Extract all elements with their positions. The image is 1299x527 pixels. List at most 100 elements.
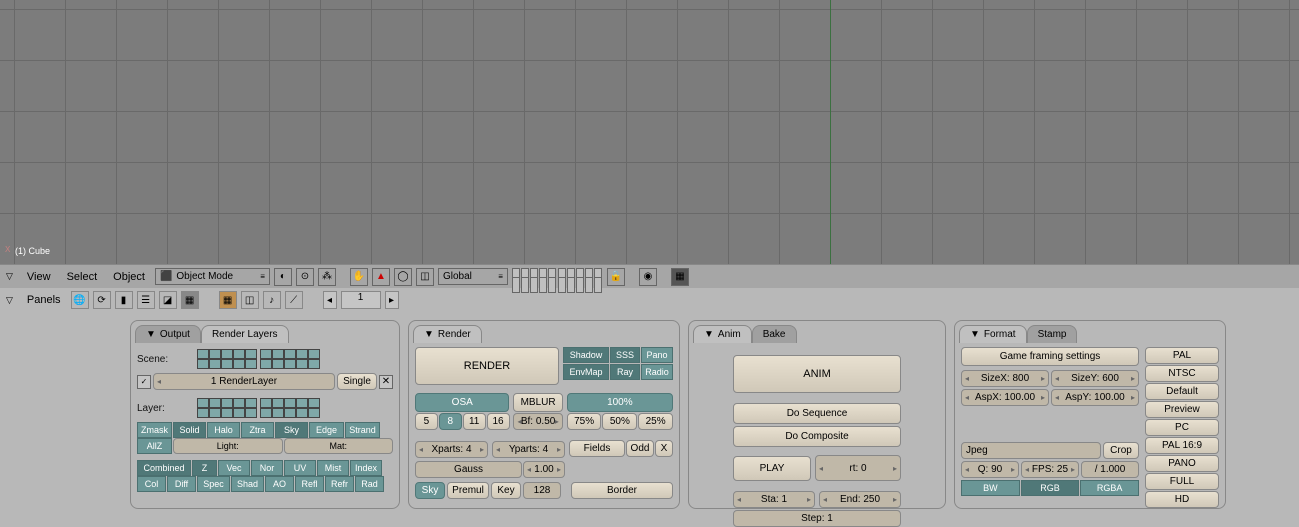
osa-5[interactable]: 5	[415, 413, 438, 430]
menu-view[interactable]: View	[21, 269, 57, 285]
yparts-spinner[interactable]: ◂Yparts: 4▸	[492, 441, 565, 458]
mat-input[interactable]: Mat:	[284, 438, 394, 454]
light-input[interactable]: Light:	[173, 438, 283, 454]
preset-hd[interactable]: HD	[1145, 491, 1219, 508]
frame-prev-button[interactable]: ◂	[323, 291, 337, 309]
border-button[interactable]: Border	[571, 482, 673, 499]
context-object-button[interactable]: ☰	[137, 291, 155, 309]
combined-toggle[interactable]: Combined	[137, 460, 191, 476]
x-button[interactable]: X	[655, 440, 673, 457]
envmap-toggle[interactable]: EnvMap	[563, 364, 609, 380]
context-editing-button[interactable]: ◪	[159, 291, 177, 309]
tab-output[interactable]: ▼Output	[135, 325, 201, 343]
osa-11[interactable]: 11	[463, 413, 486, 430]
aspy-spinner[interactable]: ◂AspY: 100.00▸	[1051, 389, 1139, 406]
preset-pal169[interactable]: PAL 16:9	[1145, 437, 1219, 454]
col-toggle[interactable]: Col	[137, 476, 166, 492]
dither-spinner[interactable]: 128	[523, 482, 561, 499]
single-button[interactable]: Single	[337, 373, 377, 390]
manipulator-toggle[interactable]: ✋	[350, 268, 368, 286]
size-75[interactable]: 75%	[567, 413, 602, 430]
rgb-button[interactable]: RGB	[1021, 480, 1080, 496]
renderlayer-enable-checkbox[interactable]: ✓	[137, 375, 151, 389]
end-spinner[interactable]: ◂End: 250▸	[819, 491, 901, 508]
rgba-button[interactable]: RGBA	[1080, 480, 1139, 496]
tab-render-layers[interactable]: Render Layers	[201, 325, 289, 343]
render-button[interactable]: RENDER	[415, 347, 559, 385]
osa-16[interactable]: 16	[487, 413, 510, 430]
sta-spinner[interactable]: ◂Sta: 1▸	[733, 491, 815, 508]
scale-manipulator[interactable]: ◫	[416, 268, 434, 286]
render-layers[interactable]	[197, 398, 320, 418]
preset-preview[interactable]: Preview	[1145, 401, 1219, 418]
refr-toggle[interactable]: Refr	[325, 476, 354, 492]
preset-pc[interactable]: PC	[1145, 419, 1219, 436]
solid-toggle[interactable]: Solid	[173, 422, 206, 438]
preset-pal[interactable]: PAL	[1145, 347, 1219, 364]
render-preview-button[interactable]: ▦	[671, 268, 689, 286]
ao-toggle[interactable]: AO	[265, 476, 294, 492]
filter-dropdown[interactable]: Gauss	[415, 461, 522, 478]
pivot-individual-button[interactable]: ⁂	[318, 268, 336, 286]
preset-ntsc[interactable]: NTSC	[1145, 365, 1219, 382]
aspx-spinner[interactable]: ◂AspX: 100.00▸	[961, 389, 1049, 406]
osa-8[interactable]: 8	[439, 413, 462, 430]
do-sequence-button[interactable]: Do Sequence	[733, 403, 901, 424]
ztra-toggle[interactable]: Ztra	[241, 422, 274, 438]
halo-toggle[interactable]: Halo	[207, 422, 240, 438]
context-script-button[interactable]: ⟳	[93, 291, 111, 309]
menu-select[interactable]: Select	[61, 269, 104, 285]
rt-spinner[interactable]: ◂rt: 0▸	[815, 455, 901, 481]
sizey-spinner[interactable]: ◂SizeY: 600▸	[1051, 370, 1139, 387]
rotate-manipulator[interactable]: ◯	[394, 268, 412, 286]
tab-stamp[interactable]: Stamp	[1027, 325, 1078, 343]
game-framing-button[interactable]: Game framing settings	[961, 347, 1139, 366]
context-logic-button[interactable]: 🌐	[71, 291, 89, 309]
layer-buttons[interactable]	[512, 268, 603, 286]
preset-pano[interactable]: PANO	[1145, 455, 1219, 472]
lock-layers-button[interactable]: 🔒	[607, 268, 625, 286]
sky-toggle[interactable]: Sky	[275, 422, 308, 438]
rad-toggle[interactable]: Rad	[355, 476, 384, 492]
radio-toggle[interactable]: Radio	[641, 364, 673, 380]
sss-toggle[interactable]: SSS	[610, 347, 640, 363]
scene-layers[interactable]	[197, 349, 320, 369]
delete-layer-button[interactable]: ✕	[379, 375, 393, 389]
spec-toggle[interactable]: Spec	[197, 476, 230, 492]
subcontext-anim-button[interactable]: ◫	[241, 291, 259, 309]
bw-button[interactable]: BW	[961, 480, 1020, 496]
draw-mode-dropdown[interactable]: ◐	[274, 268, 292, 286]
index-toggle[interactable]: Index	[350, 460, 382, 476]
viewport-3d[interactable]: X (1) Cube	[0, 0, 1299, 264]
premul-button[interactable]: Premul	[447, 482, 489, 499]
bf-spinner[interactable]: ◂Bf: 0.50▸	[513, 413, 562, 430]
orientation-dropdown[interactable]: Global ≡	[438, 268, 508, 285]
frame-input[interactable]: 1	[341, 291, 381, 309]
context-scene-button[interactable]: ▦	[181, 291, 199, 309]
filter-value-spinner[interactable]: ◂1.00▸	[523, 461, 565, 478]
diff-toggle[interactable]: Diff	[167, 476, 196, 492]
fields-button[interactable]: Fields	[569, 440, 625, 457]
fps-spinner[interactable]: ◂FPS: 25▸	[1021, 461, 1079, 478]
pivot-dropdown[interactable]: ⊙	[296, 268, 314, 286]
preset-full[interactable]: FULL	[1145, 473, 1219, 490]
tab-format[interactable]: ▼Format	[959, 325, 1027, 343]
anim-button[interactable]: ANIM	[733, 355, 901, 393]
key-button[interactable]: Key	[491, 482, 521, 499]
tab-bake[interactable]: Bake	[752, 325, 797, 343]
size-100[interactable]: 100%	[567, 393, 673, 412]
sizex-spinner[interactable]: ◂SizeX: 800▸	[961, 370, 1049, 387]
allz-toggle[interactable]: AllZ	[137, 438, 172, 454]
mode-dropdown[interactable]: ⬛ Object Mode ≡	[155, 268, 270, 285]
uv-toggle[interactable]: UV	[284, 460, 316, 476]
subcontext-sequencer-button[interactable]: ⟋	[285, 291, 303, 309]
subcontext-render-button[interactable]: ▦	[219, 291, 237, 309]
mist-toggle[interactable]: Mist	[317, 460, 349, 476]
step-spinner[interactable]: Step: 1	[733, 510, 901, 527]
xparts-spinner[interactable]: ◂Xparts: 4▸	[415, 441, 488, 458]
odd-button[interactable]: Odd	[626, 440, 654, 457]
shad-toggle[interactable]: Shad	[231, 476, 264, 492]
z-toggle[interactable]: Z	[192, 460, 217, 476]
frame-next-button[interactable]: ▸	[385, 291, 399, 309]
edge-toggle[interactable]: Edge	[309, 422, 344, 438]
